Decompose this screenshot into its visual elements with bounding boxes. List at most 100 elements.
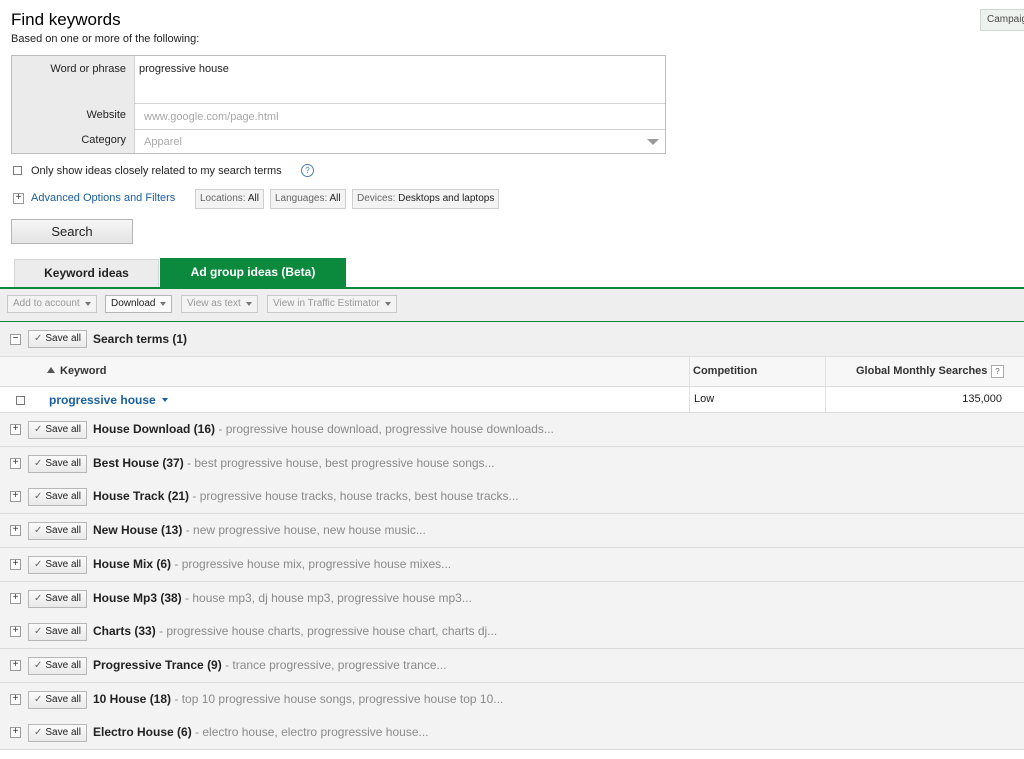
traffic-estimator-button[interactable]: View in Traffic Estimator	[267, 295, 397, 313]
tab-ad-group-ideas[interactable]: Ad group ideas (Beta)	[160, 258, 346, 288]
save-all-label: Save all	[45, 660, 81, 671]
table-row: progressive house Low 135,000	[0, 387, 1024, 413]
save-all-button[interactable]: ✓ Save all	[28, 657, 87, 675]
save-all-button[interactable]: ✓ Save all	[28, 623, 87, 641]
ad-group-title[interactable]: House Mix (6) - progressive house mix, p…	[93, 557, 451, 571]
add-to-account-button[interactable]: Add to account	[7, 295, 97, 313]
expand-plus-icon[interactable]: +	[10, 491, 21, 502]
expand-plus-icon[interactable]: +	[10, 727, 21, 738]
advanced-options-link[interactable]: Advanced Options and Filters	[31, 192, 175, 204]
competition-value: Low	[694, 393, 715, 405]
check-icon: ✓	[34, 626, 43, 637]
save-all-button[interactable]: ✓ Save all	[28, 556, 87, 574]
save-all-button[interactable]: ✓ Save all	[28, 724, 87, 742]
ad-group-name: Best House (37)	[93, 456, 184, 470]
ad-group-name: House Mp3 (38)	[93, 591, 182, 605]
chip-value: All	[247, 193, 259, 204]
website-input[interactable]: www.google.com/page.html	[135, 104, 665, 130]
keyword-link[interactable]: progressive house	[49, 393, 168, 407]
ad-group-name: Charts (33)	[93, 624, 156, 638]
category-label: Category	[81, 134, 126, 146]
ad-group-title[interactable]: 10 House (18) - top 10 progressive house…	[93, 692, 503, 706]
download-button[interactable]: Download	[105, 295, 173, 313]
save-all-button[interactable]: ✓ Save all	[28, 421, 87, 439]
column-competition[interactable]: Competition	[693, 365, 757, 377]
list-item: + ✓ Save all 10 House (18) - top 10 progres…	[0, 683, 1024, 717]
tab-keyword-ideas[interactable]: Keyword ideas	[14, 259, 159, 287]
ad-group-title[interactable]: House Download (16) - progressive house …	[93, 422, 554, 436]
category-select[interactable]: Apparel	[135, 130, 665, 153]
expand-plus-icon[interactable]: +	[13, 193, 24, 204]
list-item: + ✓ Save all House Track (21) - progressive…	[0, 480, 1024, 514]
expand-plus-icon[interactable]: +	[10, 694, 21, 705]
ad-group-title[interactable]: House Track (21) - progressive house tra…	[93, 489, 519, 503]
search-terms-title: Search terms (1)	[93, 332, 188, 346]
ad-group-summary: - new progressive house, new house music…	[185, 523, 426, 537]
save-all-button[interactable]: ✓ Save all	[28, 488, 87, 506]
column-global-monthly-searches[interactable]: Global Monthly Searches	[856, 365, 987, 377]
campaign-button[interactable]: Campaign	[980, 9, 1024, 31]
check-icon: ✓	[34, 333, 43, 344]
column-divider	[825, 387, 826, 412]
help-icon[interactable]: ?	[301, 164, 314, 177]
save-all-label: Save all	[45, 727, 81, 738]
ad-group-summary: - progressive house tracks, house tracks…	[192, 489, 519, 503]
expand-plus-icon[interactable]: +	[10, 660, 21, 671]
locations-chip[interactable]: Locations: All	[195, 189, 264, 209]
ad-group-title[interactable]: Best House (37) - best progressive house…	[93, 456, 495, 470]
chip-label: Languages:	[275, 193, 328, 204]
ad-group-title[interactable]: Charts (33) - progressive house charts, …	[93, 624, 497, 638]
list-item: + ✓ Save all Best House (37) - best progres…	[0, 447, 1024, 481]
list-item: + ✓ Save all House Download (16) - progress…	[0, 413, 1024, 447]
page-title: Find keywords	[11, 10, 121, 29]
download-label: Download	[111, 298, 156, 309]
save-all-label: Save all	[45, 694, 81, 705]
expand-plus-icon[interactable]: +	[10, 525, 21, 536]
column-header-row: Keyword Competition Global Monthly Searc…	[0, 357, 1024, 387]
ad-group-name: Electro House (6)	[93, 725, 192, 739]
check-icon: ✓	[34, 424, 43, 435]
ad-group-name: Progressive Trance (9)	[93, 658, 222, 672]
column-keyword[interactable]: Keyword	[47, 365, 106, 377]
expand-plus-icon[interactable]: +	[10, 626, 21, 637]
word-input[interactable]: progressive house	[135, 56, 665, 104]
ad-group-summary: - house mp3, dj house mp3, progressive h…	[185, 591, 472, 605]
expand-plus-icon[interactable]: +	[10, 458, 21, 469]
devices-chip[interactable]: Devices: Desktops and laptops	[352, 189, 500, 209]
save-all-button[interactable]: ✓ Save all	[28, 522, 87, 540]
chevron-down-icon	[84, 302, 91, 306]
search-button[interactable]: Search	[11, 219, 133, 244]
website-placeholder: www.google.com/page.html	[144, 111, 279, 123]
save-all-label: Save all	[45, 424, 81, 435]
expand-plus-icon[interactable]: +	[10, 424, 21, 435]
list-item: + ✓ Save all House Mp3 (38) - house mp3, dj…	[0, 582, 1024, 616]
ad-group-title[interactable]: New House (13) - new progressive house, …	[93, 523, 426, 537]
row-checkbox[interactable]	[16, 396, 25, 405]
ad-group-title[interactable]: Electro House (6) - electro house, elect…	[93, 725, 429, 739]
view-as-text-button[interactable]: View as text	[181, 295, 258, 313]
ad-group-name: 10 House (18)	[93, 692, 172, 706]
languages-chip[interactable]: Languages: All	[270, 189, 346, 209]
only-related-label: Only show ideas closely related to my se…	[31, 165, 282, 177]
global-searches-value: 135,000	[962, 393, 1002, 405]
page-subtitle: Based on one or more of the following:	[11, 33, 200, 45]
ad-group-title[interactable]: Progressive Trance (9) - trance progress…	[93, 658, 447, 672]
ad-group-summary: - electro house, electro progressive hou…	[195, 725, 429, 739]
expand-plus-icon[interactable]: +	[10, 559, 21, 570]
ad-group-title[interactable]: House Mp3 (38) - house mp3, dj house mp3…	[93, 591, 472, 605]
check-icon: ✓	[34, 525, 43, 536]
view-as-text-label: View as text	[187, 298, 241, 309]
collapse-minus-icon[interactable]: −	[10, 334, 21, 345]
help-icon[interactable]: ?	[991, 365, 1004, 378]
search-terms-header: − ✓ Save all Search terms (1)	[0, 322, 1024, 357]
save-all-label: Save all	[45, 491, 81, 502]
save-all-button[interactable]: ✓ Save all	[28, 330, 87, 348]
ad-group-name: New House (13)	[93, 523, 183, 537]
check-icon: ✓	[34, 559, 43, 570]
expand-plus-icon[interactable]: +	[10, 593, 21, 604]
save-all-button[interactable]: ✓ Save all	[28, 590, 87, 608]
save-all-button[interactable]: ✓ Save all	[28, 455, 87, 473]
save-all-button[interactable]: ✓ Save all	[28, 691, 87, 709]
only-related-checkbox[interactable]	[13, 166, 22, 175]
chip-label: Locations:	[200, 193, 246, 204]
